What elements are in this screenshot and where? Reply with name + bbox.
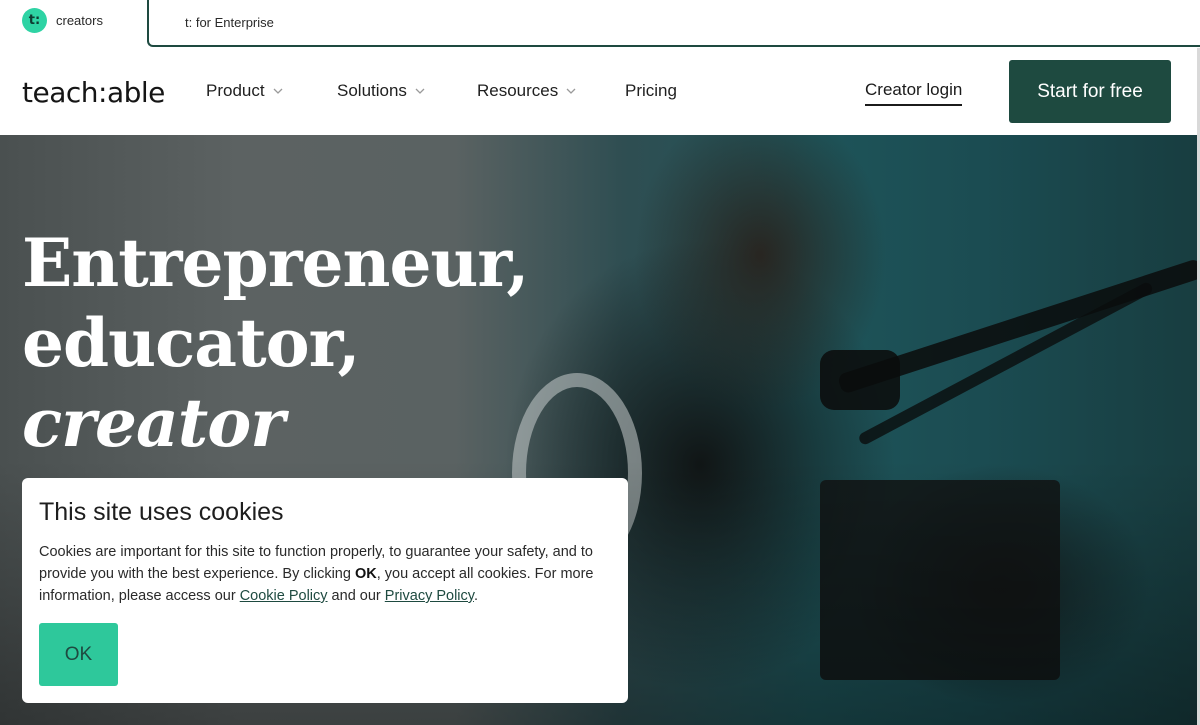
cookie-banner-text: Cookies are important for this site to f… (39, 541, 611, 607)
hero-title-line-3: creator (22, 384, 285, 462)
nav-item-pricing-label: Pricing (625, 81, 677, 100)
nav-item-solutions[interactable]: Solutions (337, 81, 425, 101)
hero-title-line-2: educator, (22, 304, 361, 382)
chevron-down-icon (566, 88, 576, 94)
nav-item-resources-label: Resources (477, 81, 559, 100)
main-nav: teach:able Product Solutions Resources P… (0, 48, 1200, 135)
cookie-text-ok: OK (354, 566, 377, 582)
nav-item-pricing[interactable]: Pricing (625, 81, 677, 101)
nav-item-product[interactable]: Product (206, 81, 283, 101)
tab-creators[interactable]: t: creators (0, 0, 148, 40)
nav-item-solutions-label: Solutions (337, 81, 407, 100)
tab-enterprise[interactable]: t: for Enterprise (147, 0, 1200, 47)
brand-logo[interactable]: teach:able (22, 76, 165, 109)
hero-title: Entrepreneur, educator, creator (22, 223, 529, 463)
chevron-down-icon (273, 88, 283, 94)
nav-item-resources[interactable]: Resources (477, 81, 576, 101)
privacy-policy-link[interactable]: Privacy Policy (385, 588, 474, 604)
cookie-text-and: and our (327, 588, 385, 604)
tab-enterprise-label: t: for Enterprise (185, 15, 274, 30)
hero-title-line-1: Entrepreneur, (22, 224, 529, 302)
chevron-down-icon (415, 88, 425, 94)
start-for-free-button[interactable]: Start for free (1009, 60, 1171, 123)
cookie-text-end: . (473, 588, 478, 604)
nav-item-product-label: Product (206, 81, 265, 100)
teachable-badge-icon: t: (22, 7, 47, 33)
creator-login-link[interactable]: Creator login (865, 80, 963, 106)
cookie-policy-link[interactable]: Cookie Policy (240, 588, 328, 604)
tab-creators-label: creators (56, 12, 103, 28)
cookie-banner: This site uses cookies Cookies are impor… (22, 478, 628, 703)
cookie-banner-title: This site uses cookies (39, 498, 284, 526)
cookie-ok-button[interactable]: OK (39, 623, 118, 686)
audience-tabs: t: creators t: for Enterprise (0, 0, 1200, 48)
